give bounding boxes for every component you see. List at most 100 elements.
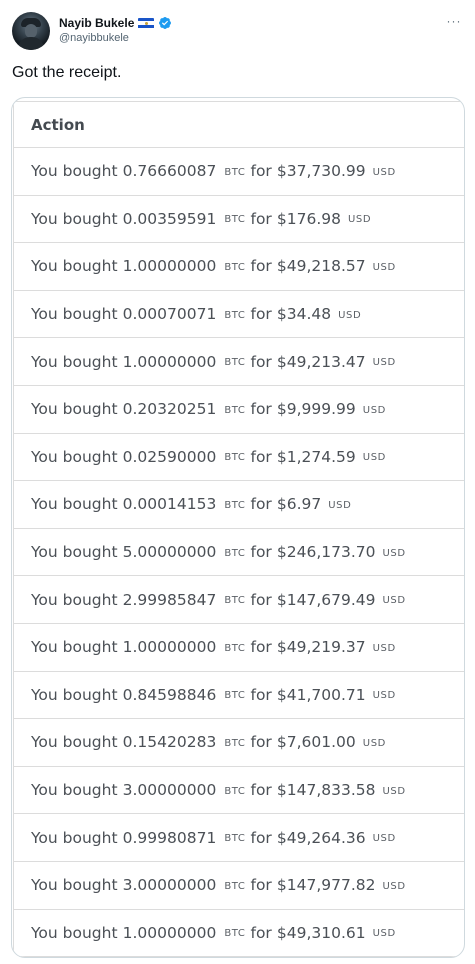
row-currency: USD	[382, 595, 406, 607]
row-asset: BTC	[224, 833, 246, 845]
tweet-header: Nayib Bukele @nayibbukele ···	[0, 0, 475, 60]
row-currency: USD	[372, 642, 396, 654]
author-display-name[interactable]: Nayib Bukele	[59, 16, 134, 30]
row-prefix: You bought	[31, 923, 118, 942]
row-asset: BTC	[224, 690, 246, 702]
row-for: for	[250, 638, 272, 657]
row-prefix: You bought	[31, 209, 118, 228]
row-for: for	[250, 543, 272, 562]
avatar[interactable]	[12, 12, 50, 50]
table-row: You bought 0.00359591 BTC for $176.98 USD	[13, 195, 464, 244]
row-for: for	[250, 495, 272, 514]
row-price: $6.97	[276, 495, 322, 514]
row-asset: BTC	[224, 785, 246, 797]
table-row: You bought 1.00000000 BTC for $49,219.37 US…	[13, 623, 464, 672]
row-asset: BTC	[224, 499, 246, 511]
row-asset: BTC	[224, 547, 246, 559]
row-amount: 0.00014153	[122, 495, 217, 514]
row-amount: 0.99980871	[122, 828, 217, 847]
row-amount: 1.00000000	[122, 923, 217, 942]
row-asset: BTC	[224, 357, 246, 369]
row-currency: USD	[362, 404, 386, 416]
row-for: for	[250, 305, 272, 324]
row-prefix: You bought	[31, 781, 118, 800]
row-amount: 0.00359591	[122, 209, 217, 228]
row-currency: USD	[328, 499, 352, 511]
row-for: for	[250, 733, 272, 752]
author-name-row: Nayib Bukele	[59, 14, 172, 32]
row-price: $41,700.71	[276, 685, 366, 704]
table-row: You bought 0.00070071 BTC for $34.48 USD	[13, 290, 464, 339]
row-price: $37,730.99	[276, 162, 366, 181]
row-amount: 1.00000000	[122, 352, 217, 371]
row-currency: USD	[348, 214, 372, 226]
row-prefix: You bought	[31, 352, 118, 371]
row-price: $49,213.47	[276, 352, 366, 371]
row-for: for	[250, 447, 272, 466]
more-options-icon[interactable]: ···	[444, 14, 464, 30]
row-currency: USD	[382, 785, 406, 797]
el-salvador-flag-icon	[138, 17, 155, 29]
row-amount: 0.02590000	[122, 447, 217, 466]
row-asset: BTC	[224, 642, 246, 654]
row-prefix: You bought	[31, 590, 118, 609]
row-price: $49,310.61	[276, 923, 366, 942]
row-price: $34.48	[276, 305, 332, 324]
row-amount: 5.00000000	[122, 543, 217, 562]
avatar-body	[18, 37, 44, 50]
row-asset: BTC	[224, 214, 246, 226]
avatar-face	[25, 24, 37, 38]
row-prefix: You bought	[31, 495, 118, 514]
row-for: for	[250, 923, 272, 942]
table-row: You bought 3.00000000 BTC for $147,977.82 U…	[13, 861, 464, 910]
row-currency: USD	[372, 261, 396, 273]
table-row: You bought 0.02590000 BTC for $1,274.59 USD	[13, 433, 464, 482]
row-for: for	[250, 876, 272, 895]
table-row: You bought 3.00000000 BTC for $147,833.58 U…	[13, 766, 464, 815]
verified-badge-icon	[159, 17, 172, 29]
row-prefix: You bought	[31, 876, 118, 895]
row-prefix: You bought	[31, 638, 118, 657]
table-row: You bought 1.00000000 BTC for $49,218.57 US…	[13, 243, 464, 291]
row-asset: BTC	[224, 309, 246, 321]
row-price: $7,601.00	[276, 733, 356, 752]
author-handle[interactable]: @nayibbukele	[59, 32, 129, 44]
row-price: $1,274.59	[276, 447, 356, 466]
table-row: You bought 0.20320251 BTC for $9,999.99 USD	[13, 385, 464, 434]
row-amount: 0.76660087	[122, 162, 217, 181]
row-for: for	[250, 590, 272, 609]
row-for: for	[250, 781, 272, 800]
row-price: $147,833.58	[276, 781, 376, 800]
receipt-table: Action You bought 0.76660087 BTC for $37,7…	[13, 101, 464, 957]
row-currency: USD	[372, 166, 396, 178]
row-prefix: You bought	[31, 400, 118, 419]
row-asset: BTC	[224, 404, 246, 416]
table-row: You bought 0.00014153 BTC for $6.97 USD	[13, 481, 464, 529]
table-row: You bought 1.00000000 BTC for $49,213.47 US…	[13, 338, 464, 386]
row-amount: 2.99985847	[122, 590, 217, 609]
row-price: $49,218.57	[276, 257, 366, 276]
row-for: for	[250, 352, 272, 371]
row-currency: USD	[362, 452, 386, 464]
receipt-image[interactable]: Action You bought 0.76660087 BTC for $37,7…	[11, 97, 465, 958]
row-price: $147,679.49	[276, 590, 376, 609]
row-prefix: You bought	[31, 828, 118, 847]
row-for: for	[250, 209, 272, 228]
row-price: $246,173.70	[276, 543, 376, 562]
row-asset: BTC	[224, 880, 246, 892]
row-currency: USD	[382, 547, 406, 559]
row-for: for	[250, 685, 272, 704]
row-prefix: You bought	[31, 733, 118, 752]
table-row: You bought 0.76660087 BTC for $37,730.99 US…	[13, 148, 464, 196]
row-asset: BTC	[224, 737, 246, 749]
row-for: for	[250, 828, 272, 847]
row-currency: USD	[372, 357, 396, 369]
row-for: for	[250, 400, 272, 419]
row-asset: BTC	[224, 452, 246, 464]
row-amount: 1.00000000	[122, 638, 217, 657]
row-amount: 0.15420283	[122, 733, 217, 752]
table-row: You bought 2.99985847 BTC for $147,679.49 U…	[13, 576, 464, 624]
row-amount: 3.00000000	[122, 781, 217, 800]
row-price: $147,977.82	[276, 876, 376, 895]
row-price: $49,219.37	[276, 638, 366, 657]
